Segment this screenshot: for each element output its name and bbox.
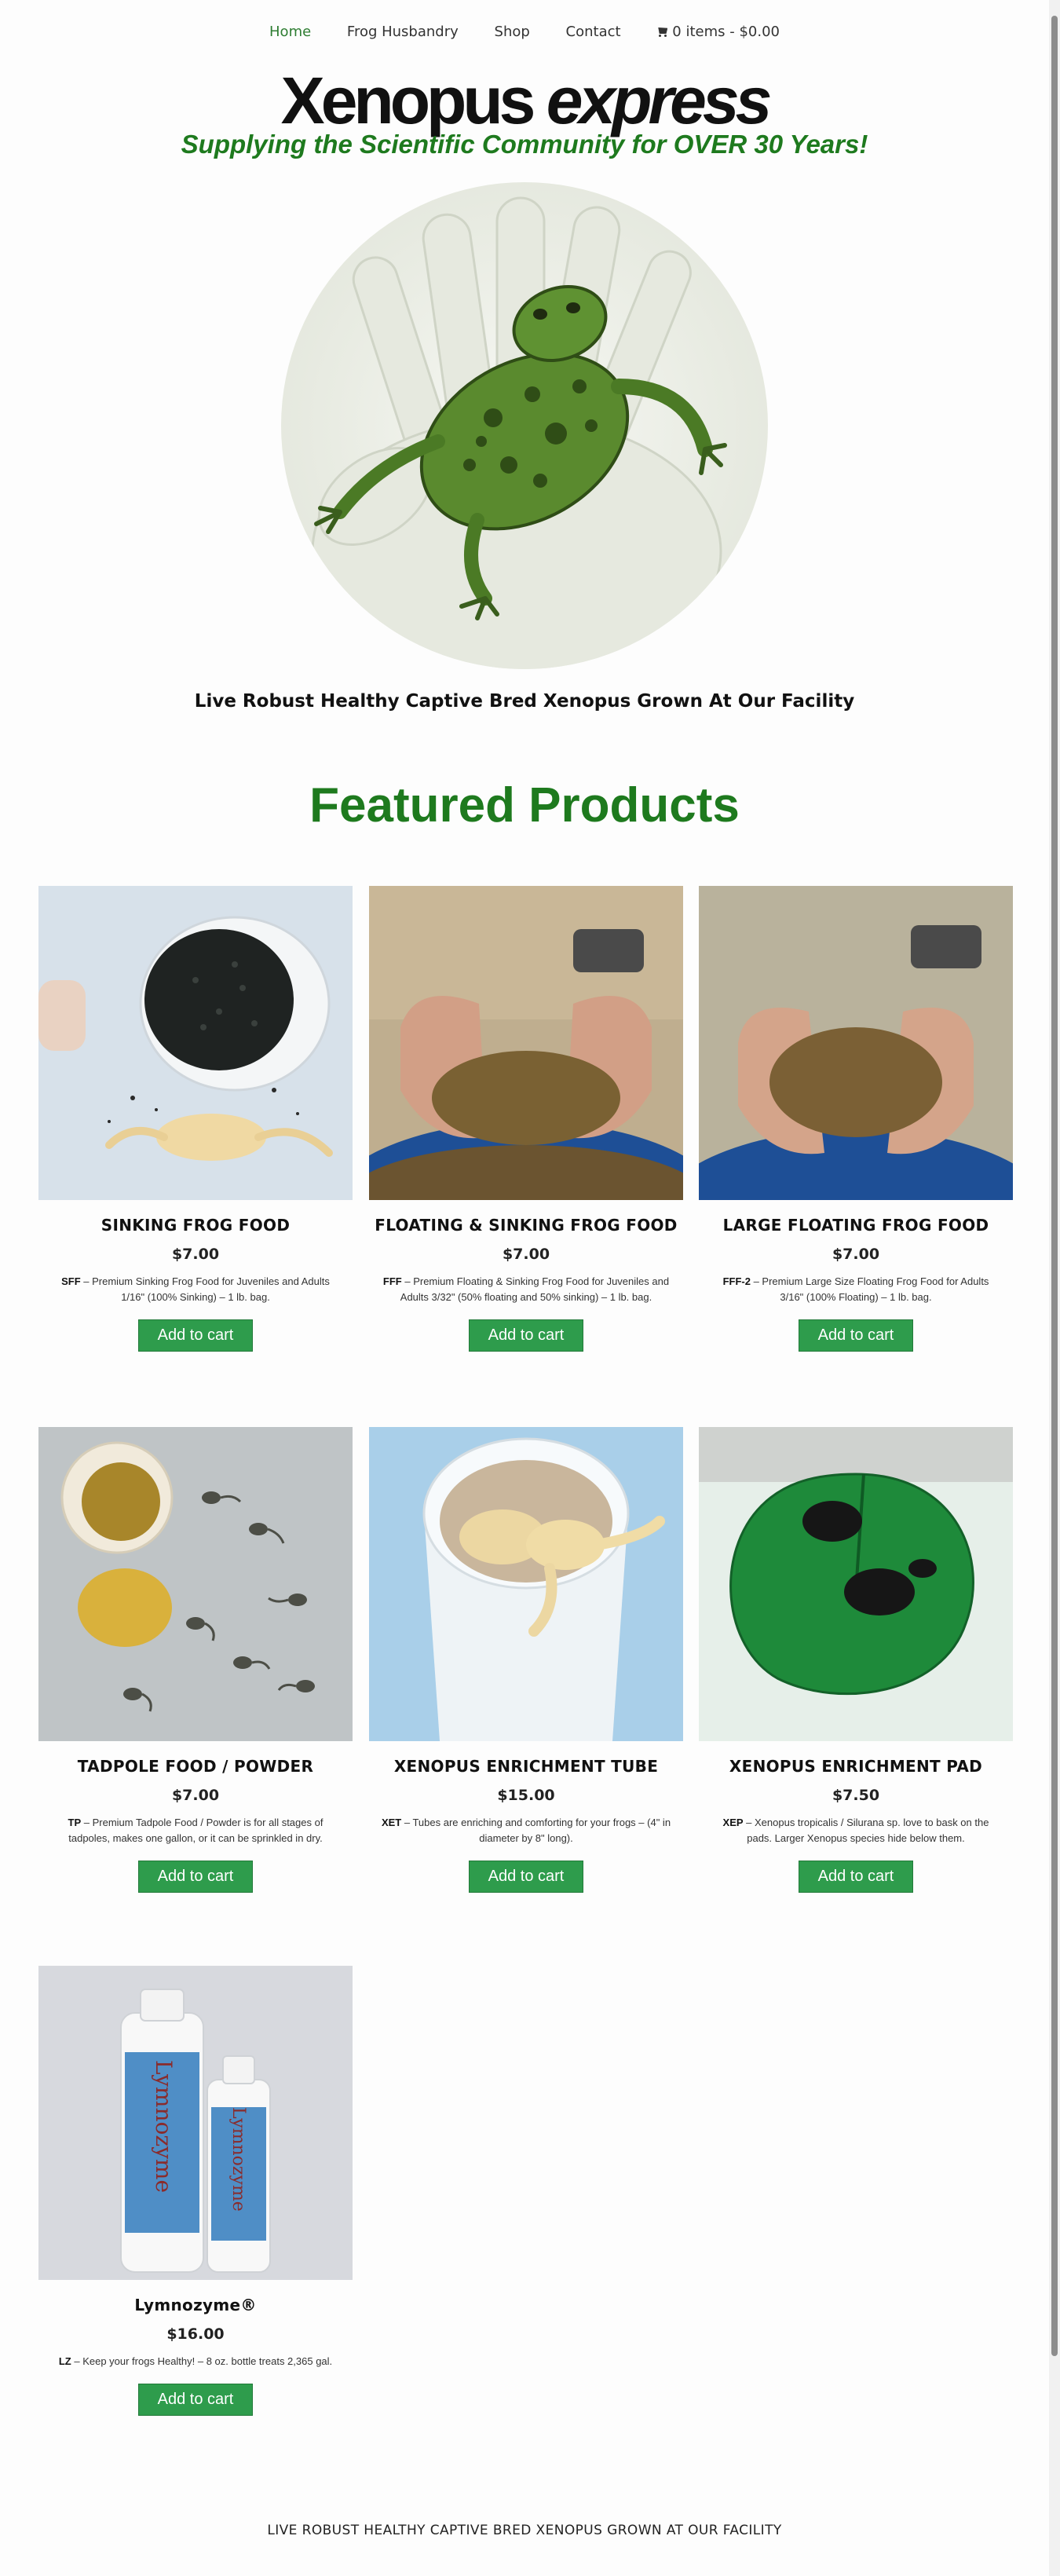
- product-image-lymnozyme[interactable]: Lymnozyme Lymnozyme: [38, 1966, 353, 2280]
- add-to-cart-button[interactable]: Add to cart: [468, 1319, 584, 1352]
- hero-frog-image: [281, 182, 768, 669]
- add-to-cart-button[interactable]: Add to cart: [137, 1861, 254, 1893]
- product-code: XET: [381, 1817, 402, 1828]
- product-code: XEP: [722, 1817, 744, 1828]
- cart-icon: [656, 27, 669, 37]
- product-description: TP – Premium Tadpole Food / Powder is fo…: [50, 1815, 341, 1846]
- product-price: $7.00: [832, 1246, 880, 1263]
- product-description-text: – Premium Floating & Sinking Frog Food f…: [400, 1275, 670, 1303]
- product-card-lymnozyme: Lymnozyme Lymnozyme Lymnozyme® $16.00 LZ…: [38, 1966, 353, 2416]
- add-to-cart-button[interactable]: Add to cart: [137, 1319, 254, 1352]
- bottle-label-small: Lymnozyme: [228, 2107, 248, 2212]
- nav-home[interactable]: Home: [269, 24, 311, 40]
- hands-holding-pellets-illustration: [369, 886, 683, 1200]
- product-image-large-floating-frog-food[interactable]: [699, 886, 1013, 1200]
- product-price: $7.00: [502, 1246, 550, 1263]
- bottle-label-large: Lymnozyme: [151, 2060, 177, 2193]
- scrollbar-thumb[interactable]: [1051, 16, 1058, 2356]
- scoop-of-pellets-illustration: [38, 886, 353, 1200]
- tadpoles-with-powder-illustration: [38, 1427, 353, 1741]
- site-logo[interactable]: Xenopus express: [0, 63, 1049, 139]
- footer-tagline: LIVE ROBUST HEALTHY CAPTIVE BRED XENOPUS…: [267, 2523, 782, 2538]
- product-title[interactable]: Sinking Frog Food: [38, 1216, 353, 1235]
- product-card-large-floating-frog-food: Large Floating Frog Food $7.00 FFF-2 – P…: [699, 886, 1013, 1352]
- product-card-xenopus-enrichment-pad: Xenopus Enrichment Pad $7.50 XEP – Xenop…: [699, 1427, 1013, 1893]
- product-description: LZ – Keep your frogs Healthy! – 8 oz. bo…: [50, 2354, 341, 2369]
- nav-frog-husbandry[interactable]: Frog Husbandry: [347, 24, 459, 40]
- product-card-sinking-frog-food: Sinking Frog Food $7.00 SFF – Premium Si…: [38, 886, 353, 1352]
- product-price: $7.00: [171, 1246, 220, 1263]
- product-description-text: – Tubes are enriching and comforting for…: [401, 1817, 671, 1844]
- product-price: $15.00: [497, 1787, 555, 1804]
- product-title[interactable]: Lymnozyme®: [38, 2296, 353, 2314]
- hero-caption: Live Robust Healthy Captive Bred Xenopus…: [194, 691, 855, 712]
- product-description: SFF – Premium Sinking Frog Food for Juve…: [50, 1274, 341, 1305]
- product-image-sinking-frog-food[interactable]: [38, 886, 353, 1200]
- product-code: LZ: [58, 2355, 71, 2367]
- product-description-text: – Keep your frogs Healthy! – 8 oz. bottl…: [71, 2355, 333, 2367]
- product-title[interactable]: Tadpole Food / Powder: [38, 1757, 353, 1776]
- logo-text-xenopus: Xenopus: [280, 64, 536, 137]
- product-code: SFF: [61, 1275, 81, 1287]
- product-image-xenopus-enrichment-tube[interactable]: [369, 1427, 683, 1741]
- product-image-xenopus-enrichment-pad[interactable]: [699, 1427, 1013, 1741]
- add-to-cart-button[interactable]: Add to cart: [137, 2384, 254, 2416]
- product-card-floating-sinking-frog-food: Floating & Sinking Frog Food $7.00 FFF –…: [369, 886, 683, 1352]
- product-description-text: – Premium Tadpole Food / Powder is for a…: [68, 1817, 323, 1844]
- product-title[interactable]: Large Floating Frog Food: [699, 1216, 1013, 1235]
- site-tagline: Supplying the Scientific Community for O…: [181, 130, 868, 159]
- product-price: $16.00: [166, 2325, 225, 2343]
- cart-summary: 0 items - $0.00: [672, 24, 780, 40]
- product-description-text: – Xenopus tropicalis / Silurana sp. love…: [743, 1817, 989, 1844]
- nav-shop[interactable]: Shop: [495, 24, 530, 40]
- featured-products-heading: Featured Products: [309, 778, 740, 832]
- product-title[interactable]: Xenopus Enrichment Tube: [369, 1757, 683, 1776]
- lymnozyme-bottles-illustration: Lymnozyme Lymnozyme: [38, 1966, 353, 2280]
- product-title[interactable]: Floating & Sinking Frog Food: [369, 1216, 683, 1235]
- product-title[interactable]: Xenopus Enrichment Pad: [699, 1757, 1013, 1776]
- product-image-tadpole-food[interactable]: [38, 1427, 353, 1741]
- product-code: TP: [68, 1817, 82, 1828]
- product-image-floating-sinking-frog-food[interactable]: [369, 886, 683, 1200]
- scrollbar-track[interactable]: [1049, 0, 1060, 2576]
- add-to-cart-button[interactable]: Add to cart: [798, 1319, 914, 1352]
- nav-contact[interactable]: Contact: [566, 24, 621, 40]
- product-code: FFF: [382, 1275, 402, 1287]
- add-to-cart-button[interactable]: Add to cart: [468, 1861, 584, 1893]
- frogs-on-lily-pad-illustration: [699, 1427, 1013, 1741]
- frogs-in-tube-illustration: [369, 1427, 683, 1741]
- top-nav: Home Frog Husbandry Shop Contact 0 items…: [0, 24, 1049, 40]
- product-card-tadpole-food: Tadpole Food / Powder $7.00 TP – Premium…: [38, 1427, 353, 1893]
- nav-cart[interactable]: 0 items - $0.00: [656, 24, 780, 40]
- product-description-text: – Premium Sinking Frog Food for Juvenile…: [80, 1275, 330, 1303]
- hands-holding-large-pellets-illustration: [699, 886, 1013, 1200]
- product-code: FFF-2: [722, 1275, 751, 1287]
- logo-text-express: express: [546, 64, 773, 137]
- product-card-xenopus-enrichment-tube: Xenopus Enrichment Tube $15.00 XET – Tub…: [369, 1427, 683, 1893]
- product-description-text: – Premium Large Size Floating Frog Food …: [750, 1275, 989, 1303]
- add-to-cart-button[interactable]: Add to cart: [798, 1861, 914, 1893]
- product-price: $7.00: [171, 1787, 220, 1804]
- frog-in-hands-illustration: [311, 196, 727, 669]
- product-description: XEP – Xenopus tropicalis / Silurana sp. …: [711, 1815, 1001, 1846]
- product-price: $7.50: [832, 1787, 880, 1804]
- product-description: XET – Tubes are enriching and comforting…: [381, 1815, 671, 1846]
- product-description: FFF – Premium Floating & Sinking Frog Fo…: [381, 1274, 671, 1305]
- product-description: FFF-2 – Premium Large Size Floating Frog…: [711, 1274, 1001, 1305]
